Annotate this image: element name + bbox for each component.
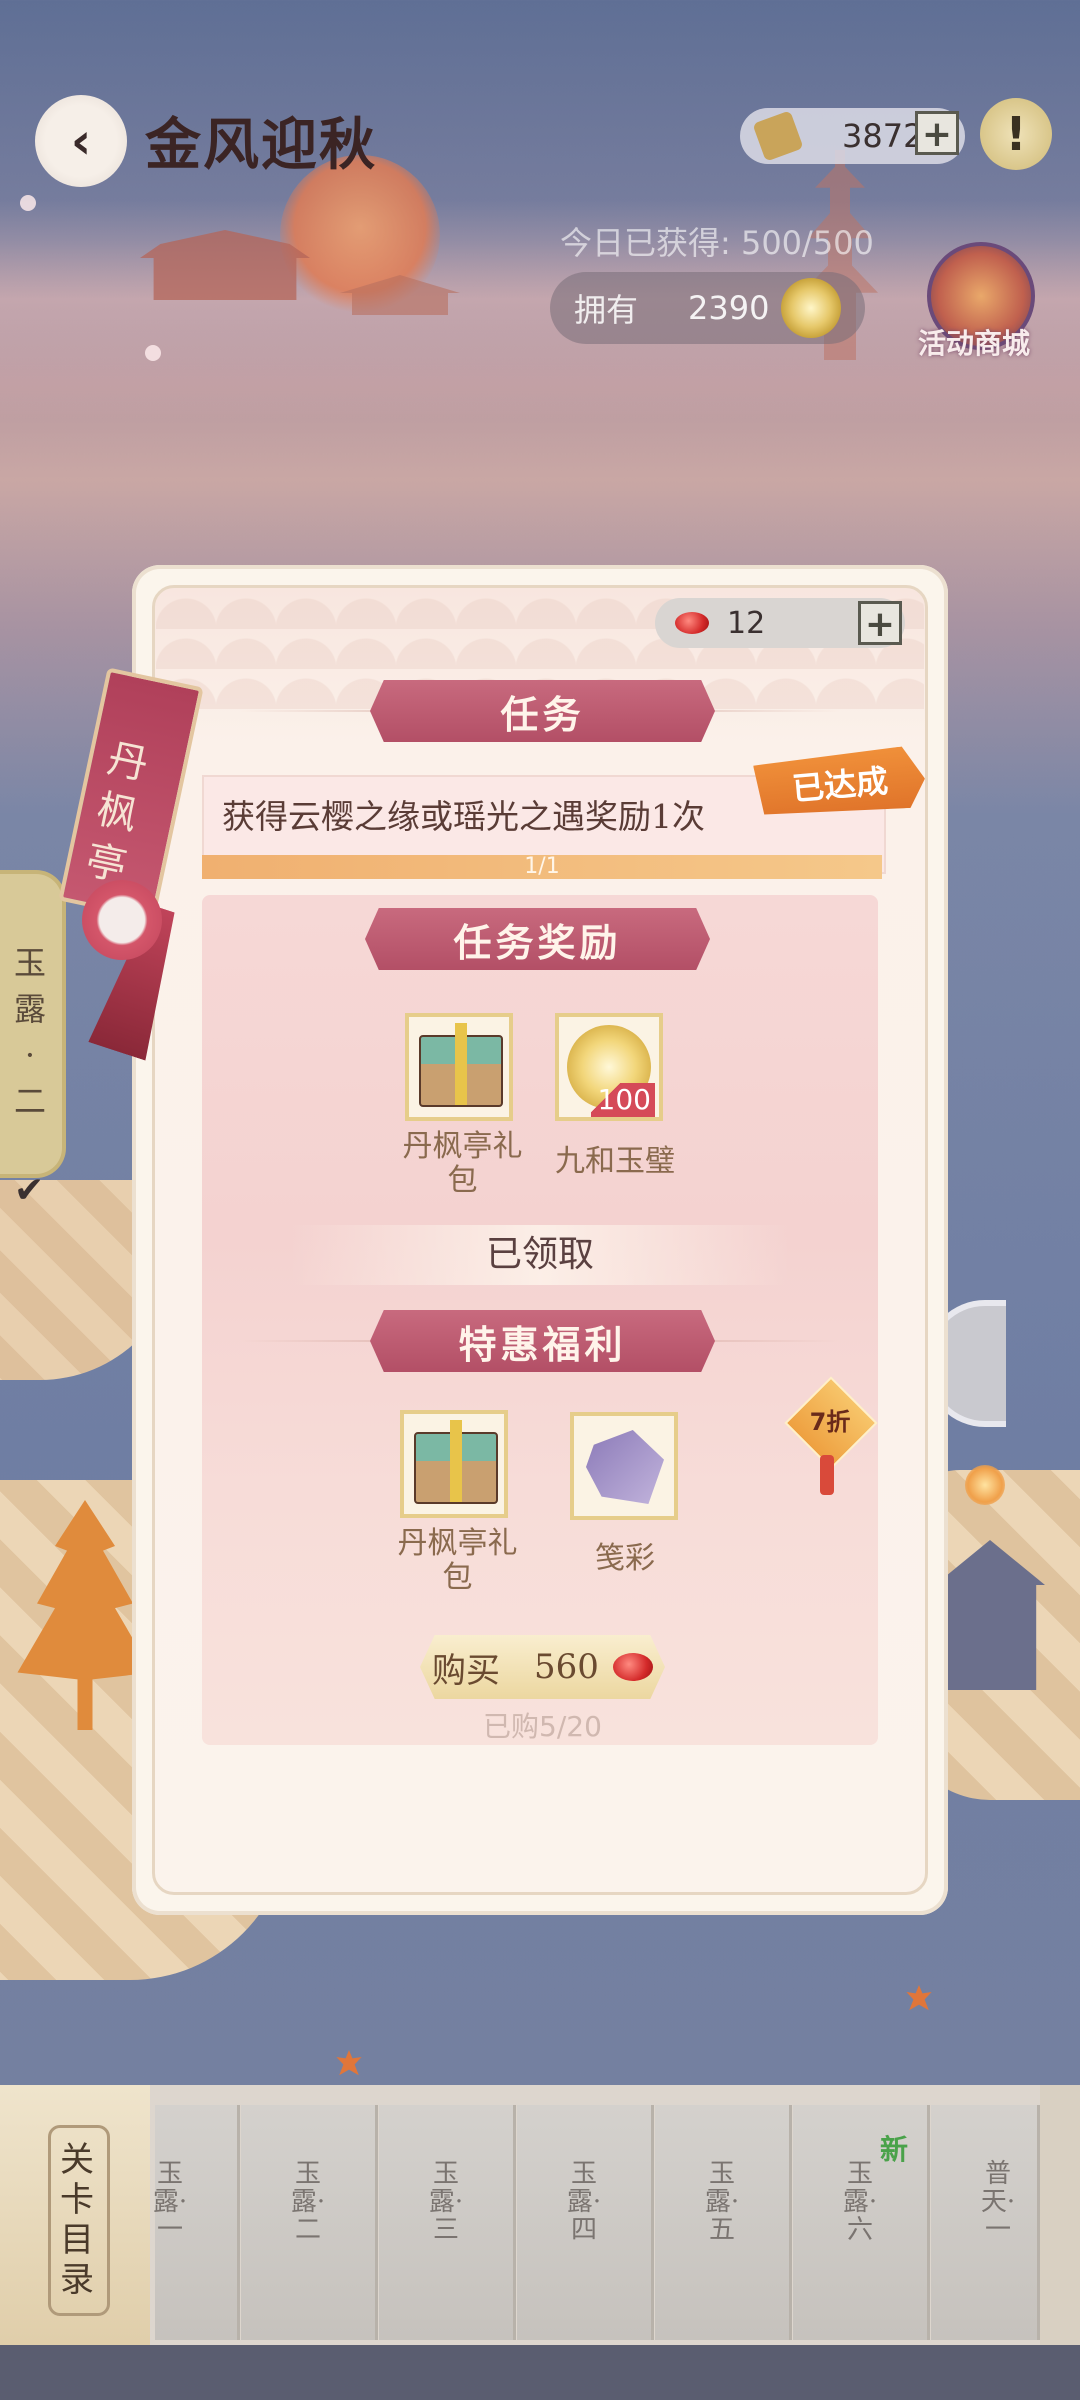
add-tickets-button[interactable]: + xyxy=(915,111,959,155)
new-badge: 新 xyxy=(880,2133,909,2166)
maple-leaf xyxy=(336,2050,362,2076)
letters-icon xyxy=(586,1430,664,1504)
item-count: 100 xyxy=(591,1083,655,1117)
info-button[interactable]: ! xyxy=(980,98,1052,170)
red-gem-icon xyxy=(675,612,709,634)
page-title: 金风迎秋 xyxy=(145,112,377,178)
reward-item-label: 丹枫亭礼包 xyxy=(402,1129,523,1198)
bottom-strip xyxy=(0,2345,1080,2400)
back-arrow-icon: ‹ xyxy=(70,112,92,170)
event-shop-label[interactable]: 活动商城 xyxy=(918,322,1030,362)
reward-item-label: 九和玉璧 xyxy=(555,1144,675,1179)
buy-label: 购买 xyxy=(432,1650,501,1691)
sky-haze xyxy=(0,200,1080,420)
stage-card-label: 玉露·三 xyxy=(428,2159,464,2245)
stage-card-label: 玉露·六 xyxy=(842,2159,878,2245)
stage-card-label: 玉露·二 xyxy=(290,2159,326,2245)
offer-item-gift[interactable] xyxy=(400,1410,508,1518)
flower-ornament-icon xyxy=(82,880,162,960)
reward-item-jade[interactable]: 100 xyxy=(555,1013,663,1121)
stage-card-label: 玉露·一 xyxy=(152,2159,188,2245)
stage-card-label: 玉露·四 xyxy=(566,2159,602,2245)
reward-item-gift[interactable] xyxy=(405,1013,513,1121)
stage-card-label: 普天·一 xyxy=(980,2159,1016,2245)
offer-item-label: 丹枫亭礼包 xyxy=(397,1526,518,1595)
exclamation-icon: ! xyxy=(1005,107,1027,161)
ticket-icon xyxy=(752,110,804,162)
stage-card-label: 玉露·五 xyxy=(704,2159,740,2245)
jade-coin-icon xyxy=(781,278,842,338)
red-gem-icon xyxy=(612,1653,653,1681)
discount-label: 7折 xyxy=(809,1408,851,1436)
stage-side-tag-label: 玉露·二 xyxy=(13,944,46,1120)
lantern-glow xyxy=(965,1465,1005,1505)
owned-amount: 2390 xyxy=(688,289,770,327)
owned-label: 拥有 xyxy=(574,291,639,329)
check-icon: ✔ xyxy=(14,1170,45,1211)
daily-earned-text: 今日已获得: 500/500 xyxy=(560,224,874,262)
stage-bar-edge xyxy=(1040,2085,1080,2345)
gift-box-icon xyxy=(414,1420,498,1504)
add-gems-button[interactable]: + xyxy=(858,601,902,645)
back-button[interactable]: ‹ xyxy=(35,95,127,187)
petal xyxy=(145,345,161,361)
petal xyxy=(20,195,36,211)
claimed-status: 已领取 xyxy=(290,1225,790,1285)
task-description: 获得云樱之缘或瑶光之遇奖励1次 xyxy=(222,797,705,836)
offer-item-label: 笺彩 xyxy=(595,1541,655,1576)
gem-amount: 12 xyxy=(727,605,766,641)
discount-tassel xyxy=(820,1455,834,1495)
currency-owned: 拥有 2390 xyxy=(550,272,865,344)
buy-button[interactable]: 购买 560 xyxy=(420,1635,665,1699)
offer-section-header: 特惠福利 xyxy=(370,1310,715,1372)
reward-section-header: 任务奖励 xyxy=(365,908,710,970)
maple-leaf xyxy=(906,1985,932,2011)
buy-price: 560 xyxy=(534,1647,599,1687)
task-progress-text: 1/1 xyxy=(524,854,560,879)
gift-box-icon xyxy=(419,1023,503,1107)
stage-catalog-label: 关卡目录 xyxy=(60,2140,94,2300)
offer-item-letters[interactable] xyxy=(570,1412,678,1520)
task-section-header: 任务 xyxy=(370,680,715,742)
purchase-count: 已购5/20 xyxy=(483,1710,602,1743)
